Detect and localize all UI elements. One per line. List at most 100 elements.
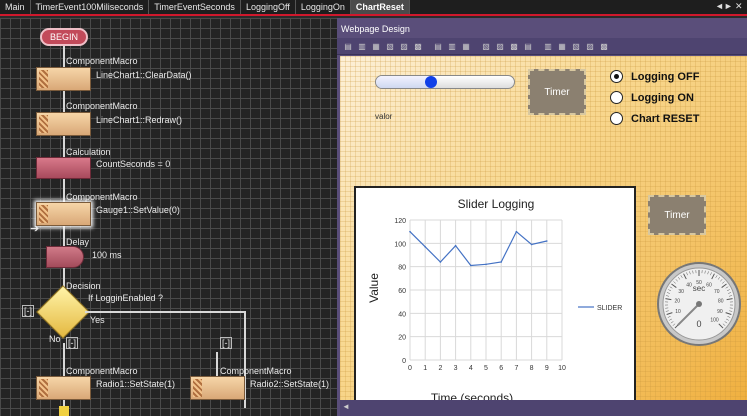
chart-y-tick-label: 120 [394, 218, 406, 225]
distribute-vertical-icon[interactable]: ▨ [495, 42, 505, 51]
snap-toggle-icon[interactable]: ▨ [585, 42, 595, 51]
flow-connector [85, 311, 245, 313]
chart-data-point [500, 261, 502, 263]
block-text: Gauge1::SetValue(0) [96, 205, 180, 215]
lock-icon[interactable]: ▩ [599, 42, 609, 51]
design-canvas[interactable]: valor Timer Timer Logging OFF Logging ON… [340, 56, 747, 400]
line-chart-component[interactable]: Slider Logging Time (seconds) Value 0 20 4… [354, 186, 636, 400]
collapse-toggle[interactable]: [-] [220, 337, 232, 349]
tab-chart-reset[interactable]: ChartReset [350, 0, 410, 14]
align-center-icon[interactable]: ▥ [357, 42, 367, 51]
component-macro-block-selected[interactable] [36, 202, 91, 226]
gauge-tick-label: 100 [710, 318, 719, 324]
center-vertical-icon[interactable]: ▤ [523, 42, 533, 51]
align-bottom-icon[interactable]: ▩ [413, 42, 423, 51]
tab-main[interactable]: Main [0, 0, 31, 14]
begin-node[interactable]: BEGIN [40, 28, 88, 46]
gauge-tick-label: 30 [678, 289, 684, 295]
chart-x-tick-label: 5 [484, 365, 488, 372]
radio-label: Chart RESET [631, 112, 700, 125]
decision-yes-label: Yes [90, 315, 105, 325]
tab-scroll-arrows-icon[interactable]: ◄► [715, 1, 733, 11]
component-macro-block[interactable] [190, 376, 245, 400]
chart-x-tick-label: 6 [499, 365, 503, 372]
block-text: Radio2::SetState(1) [250, 379, 330, 389]
chart-x-tick-label: 10 [558, 365, 566, 372]
chart-y-tick-label: 80 [398, 265, 406, 272]
tab-logging-on[interactable]: LoggingOn [296, 0, 351, 14]
center-horizontal-icon[interactable]: ▩ [509, 42, 519, 51]
align-top-icon[interactable]: ▧ [385, 42, 395, 51]
block-type-label: ComponentMacro [66, 366, 138, 376]
same-height-icon[interactable]: ▥ [447, 42, 457, 51]
send-back-icon[interactable]: ▦ [557, 42, 567, 51]
webpage-design-panel: Webpage Design ▤ ▥ ▦ ▧ ▨ ▩ ▤ ▥ ▦ ▧ ▨ ▩ ▤… [337, 18, 747, 416]
chart-data-point [439, 261, 442, 263]
chart-x-tick-label: 9 [545, 365, 549, 372]
radio-label: Logging OFF [631, 70, 700, 83]
gauge-tick-label: 80 [718, 299, 724, 305]
flow-connector [216, 352, 218, 377]
component-macro-block[interactable] [36, 112, 91, 136]
chart-x-axis-label: Time (seconds) [431, 391, 513, 400]
chart-data-point [454, 244, 457, 247]
decision-text: If LogginEnabled ? [88, 293, 164, 303]
component-macro-block[interactable] [36, 376, 91, 400]
chart-x-tick-label: 0 [408, 365, 412, 372]
chart-data-point [485, 263, 487, 266]
calculation-block[interactable] [36, 157, 91, 179]
timer-component[interactable]: Timer [528, 69, 586, 115]
align-right-icon[interactable]: ▦ [371, 42, 381, 51]
block-text: LineChart1::Redraw() [96, 115, 183, 125]
chart-data-point [530, 243, 533, 246]
block-type-label: Calculation [66, 147, 111, 157]
chart-data-point [546, 240, 548, 242]
chart-data-point [470, 264, 472, 267]
chart-series-line [409, 230, 547, 267]
chart-legend-label: SLIDER [597, 305, 622, 312]
tab-timer-event-100ms[interactable]: TimerEvent100Miliseconds [31, 0, 150, 14]
delay-block[interactable] [46, 246, 84, 268]
tab-close-icon[interactable]: ✕ [735, 1, 743, 12]
chart-y-tick-label: 60 [398, 288, 406, 295]
same-width-icon[interactable]: ▤ [433, 42, 443, 51]
horizontal-scrollbar[interactable]: ◄ [340, 400, 747, 416]
timer-component[interactable]: Timer [648, 195, 706, 235]
gauge-tick-label: 40 [686, 282, 692, 288]
chart-y-tick-label: 0 [402, 358, 406, 365]
align-middle-icon[interactable]: ▨ [399, 42, 409, 51]
tab-timer-event-seconds[interactable]: TimerEventSeconds [149, 0, 241, 14]
radio-chart-reset[interactable]: Chart RESET [610, 112, 699, 125]
gauge-component[interactable]: 10203040 50 60708090100 sec 0 [656, 261, 742, 347]
chart-x-tick-label: 7 [514, 365, 518, 372]
bring-front-icon[interactable]: ▥ [543, 42, 553, 51]
scroll-left-icon[interactable]: ◄ [342, 402, 350, 411]
chart-data-point [424, 246, 426, 248]
tab-bar: Main TimerEvent100Miliseconds TimerEvent… [0, 0, 747, 16]
flowchart-canvas[interactable]: BEGIN ComponentMacro LineChart1::ClearDa… [0, 18, 337, 416]
collapse-toggle[interactable]: [-] [22, 305, 34, 317]
block-text: 100 ms [92, 250, 122, 260]
decision-block[interactable] [36, 285, 90, 339]
tab-logging-off[interactable]: LoggingOff [241, 0, 296, 14]
gauge-hub [696, 301, 702, 307]
radio-logging-on[interactable]: Logging ON [610, 91, 694, 104]
slider-thumb[interactable] [425, 76, 438, 88]
block-type-label: ComponentMacro [66, 192, 138, 202]
block-type-label: ComponentMacro [66, 101, 138, 111]
block-text: CountSeconds = 0 [96, 159, 171, 169]
radio-logging-off[interactable]: Logging OFF [610, 70, 699, 83]
gauge-tick-label: 20 [674, 299, 680, 305]
grid-toggle-icon[interactable]: ▧ [571, 42, 581, 51]
gauge-tick-label: 90 [717, 309, 723, 315]
collapse-toggle[interactable]: [-] [66, 337, 78, 349]
distribute-horizontal-icon[interactable]: ▧ [481, 42, 491, 51]
component-macro-block[interactable] [36, 67, 91, 91]
chart-svg: Slider Logging Time (seconds) Value 0204… [367, 197, 622, 400]
flow-end-marker [59, 406, 69, 416]
chart-x-tick-label: 2 [438, 365, 442, 372]
same-size-icon[interactable]: ▦ [461, 42, 471, 51]
align-left-icon[interactable]: ▤ [343, 42, 353, 51]
value-slider[interactable] [375, 75, 515, 89]
gauge-tick-label: 70 [714, 289, 720, 295]
